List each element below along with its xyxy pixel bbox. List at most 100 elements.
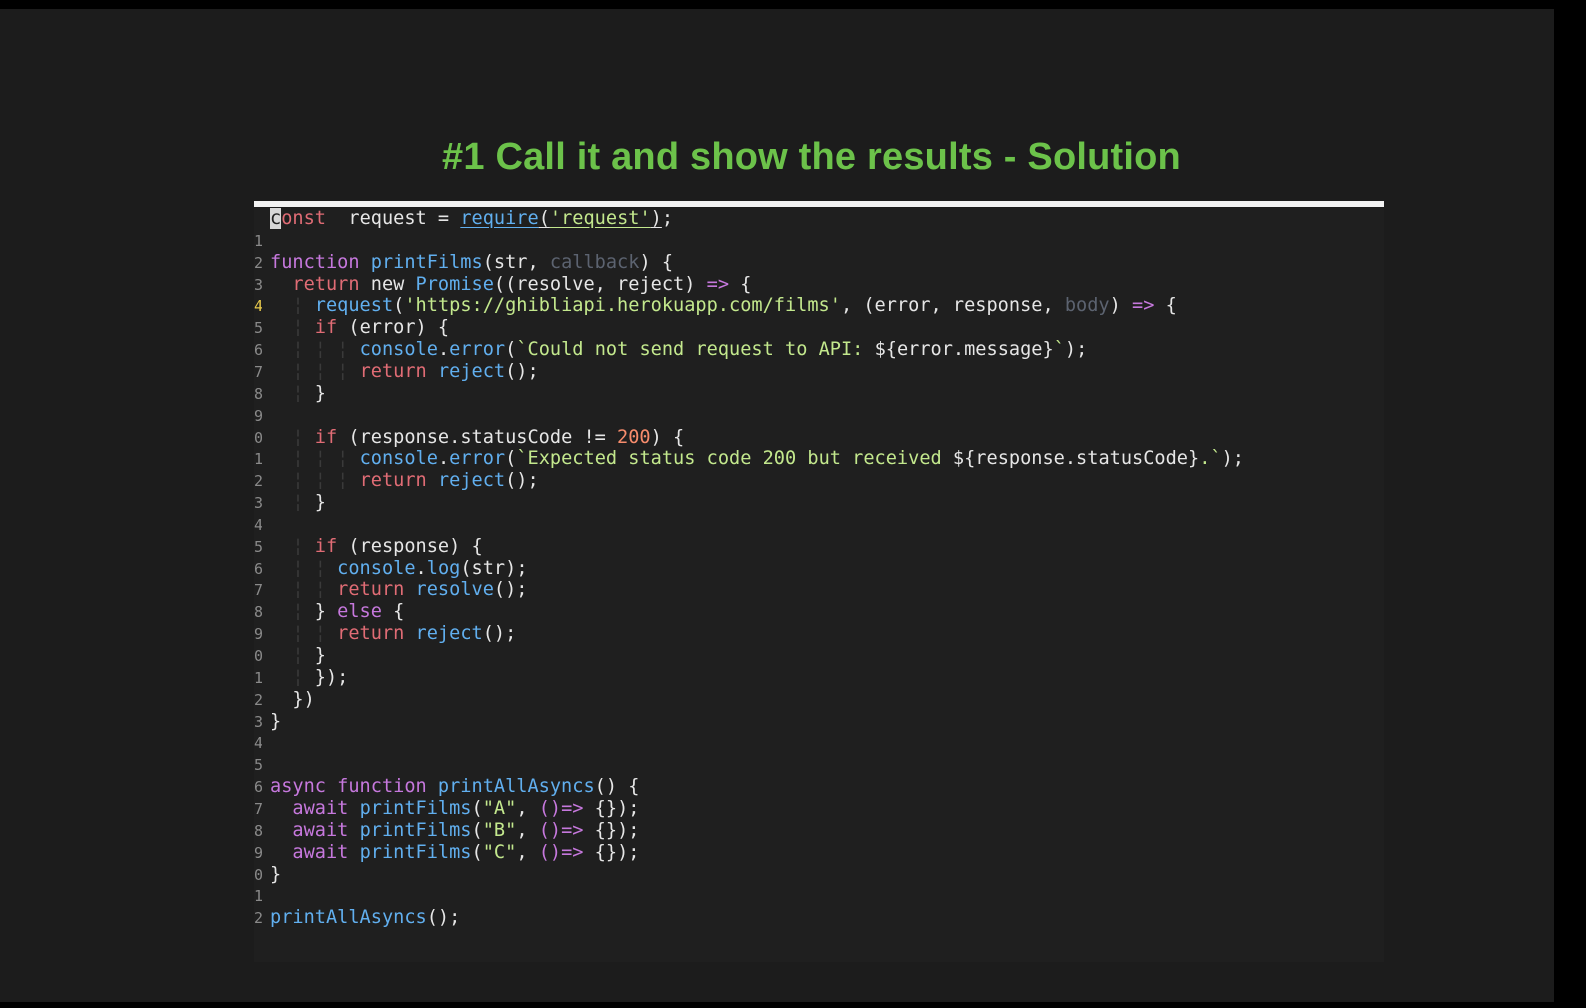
code-token: onst xyxy=(281,208,326,229)
code-token: }) xyxy=(270,688,315,710)
code-line[interactable]: 8 ¦ } xyxy=(254,383,1382,405)
code-token: error xyxy=(449,339,506,361)
code-token: async function xyxy=(270,776,438,798)
code-line[interactable]: 9 await printFilms("C", ()=> {}); xyxy=(254,842,1382,864)
code-line[interactable]: 2 printAllAsyncs(); xyxy=(254,907,1382,929)
code-line[interactable]: 7 ¦ ¦ ¦ return reject(); xyxy=(254,361,1382,383)
code-line[interactable]: 6 ¦ ¦ ¦ console.error(`Could not send re… xyxy=(254,339,1382,361)
code-line[interactable]: 1 ¦ }); xyxy=(254,667,1382,689)
code-line[interactable]: 1 xyxy=(254,230,1382,252)
code-token: if xyxy=(314,426,349,448)
code-token: } xyxy=(314,645,326,666)
code-line[interactable]: 8 ¦ } else { xyxy=(254,601,1382,623)
code-text: ¦ ¦ ¦ console.error(`Expected status cod… xyxy=(270,448,1244,470)
line-number: 4 xyxy=(254,734,262,753)
code-text: ¦ } xyxy=(270,645,326,667)
code-text: await printFilms("A", ()=> {}); xyxy=(270,798,639,820)
code-token: (); xyxy=(505,470,539,492)
code-line[interactable]: 2 ¦ ¦ ¦ return reject(); xyxy=(254,470,1382,492)
code-token: ¦ xyxy=(292,535,315,557)
code-line[interactable]: 1 ¦ ¦ ¦ console.error(`Expected status c… xyxy=(254,448,1382,470)
code-token: }); xyxy=(314,666,349,688)
code-text: ¦ request('https://ghibliapi.herokuapp.c… xyxy=(270,295,1177,317)
code-token: { xyxy=(1154,295,1177,317)
line-number: 8 xyxy=(254,384,262,403)
code-token: ` xyxy=(1053,339,1065,361)
line-number: 2 xyxy=(254,472,262,491)
code-line[interactable]: 7 await printFilms("A", ()=> {}); xyxy=(254,798,1382,820)
line-number: 8 xyxy=(254,603,262,622)
code-text: ¦ } else { xyxy=(270,601,404,623)
code-line[interactable]: 4 ¦ request('https://ghibliapi.herokuapp… xyxy=(254,295,1382,317)
line-number: 1 xyxy=(254,887,262,906)
code-line[interactable]: 0 ¦ if (response.statusCode != 200) { xyxy=(254,427,1382,449)
code-token: (error) { xyxy=(348,317,450,339)
code-token: ( xyxy=(471,797,483,819)
code-line[interactable]: 3 return new Promise((resolve, reject) =… xyxy=(254,274,1382,296)
code-token: ${error.message} xyxy=(874,339,1054,361)
code-token: printAllAsyncs xyxy=(437,776,595,798)
code-line[interactable]: 5 ¦ if (error) { xyxy=(254,317,1382,339)
line-number: 1 xyxy=(254,450,262,469)
line-number: 5 xyxy=(254,319,262,338)
code-line[interactable]: 2 function printFilms(str, callback) { xyxy=(254,252,1382,274)
code-token: , xyxy=(516,841,539,863)
code-token: ( xyxy=(393,295,405,317)
code-token: if xyxy=(314,317,349,339)
line-number: 9 xyxy=(254,843,262,862)
code-text: printAllAsyncs(); xyxy=(270,907,460,929)
code-line[interactable]: 2 }) xyxy=(254,689,1382,711)
code-line[interactable]: 5 xyxy=(254,754,1382,776)
code-token: body xyxy=(1064,295,1110,317)
code-line[interactable]: const request = require('request'); xyxy=(254,208,1382,230)
code-token: ¦ ¦ ¦ xyxy=(292,360,360,382)
code-token: , (error, response, xyxy=(840,295,1065,317)
code-token: printFilms xyxy=(359,797,472,819)
line-number: 6 xyxy=(254,778,262,797)
line-number: 6 xyxy=(254,559,262,578)
code-line[interactable]: 6 ¦ ¦ console.log(str); xyxy=(254,558,1382,580)
code-line[interactable]: 8 await printFilms("B", ()=> {}); xyxy=(254,820,1382,842)
code-token: return xyxy=(337,579,416,601)
code-token: printFilms xyxy=(359,841,472,863)
code-line[interactable]: 9 ¦ ¦ return reject(); xyxy=(254,623,1382,645)
code-line[interactable]: 3} xyxy=(254,711,1382,733)
code-text: }) xyxy=(270,688,315,711)
code-token: 'https://ghibliapi.herokuapp.com/films' xyxy=(404,295,841,317)
code-token: . xyxy=(437,448,450,470)
code-line[interactable]: 7 ¦ ¦ return resolve(); xyxy=(254,579,1382,601)
code-token: , xyxy=(516,819,539,841)
code-token: request xyxy=(314,295,394,317)
code-line[interactable]: 6 async function printAllAsyncs() { xyxy=(254,776,1382,798)
code-line[interactable]: 5 ¦ if (response) { xyxy=(254,536,1382,558)
code-text: ¦ ¦ return reject(); xyxy=(270,623,516,645)
code-token: ( xyxy=(471,819,483,841)
code-line[interactable]: 0 ¦ } xyxy=(254,645,1382,667)
code-token: ¦ xyxy=(292,601,315,623)
code-text: ¦ ¦ ¦ return reject(); xyxy=(270,360,538,383)
code-line[interactable]: 0} xyxy=(254,864,1382,886)
code-line[interactable]: 3 ¦ } xyxy=(254,492,1382,514)
code-token: ¦ ¦ ¦ xyxy=(292,448,360,470)
code-editor[interactable]: const request = require('request'); 1 2 fun… xyxy=(254,208,1384,962)
code-token: await xyxy=(292,819,360,841)
line-number: 1 xyxy=(254,231,262,250)
code-line[interactable]: 1 xyxy=(254,885,1382,907)
code-token: request = xyxy=(325,208,461,229)
code-line[interactable]: 4 xyxy=(254,514,1382,536)
code-token: 200 xyxy=(617,426,651,448)
code-token: ¦ xyxy=(292,382,315,404)
code-line[interactable]: 4 xyxy=(254,732,1382,754)
code-token: ¦ ¦ ¦ xyxy=(292,339,360,361)
code-token: function xyxy=(270,251,371,273)
code-token: console xyxy=(359,448,438,470)
code-token: ); xyxy=(1221,448,1244,470)
code-text: return new Promise((resolve, reject) => … xyxy=(270,274,751,296)
line-number: 7 xyxy=(254,362,262,381)
code-line[interactable]: 9 xyxy=(254,405,1382,427)
code-token: } xyxy=(314,601,338,623)
